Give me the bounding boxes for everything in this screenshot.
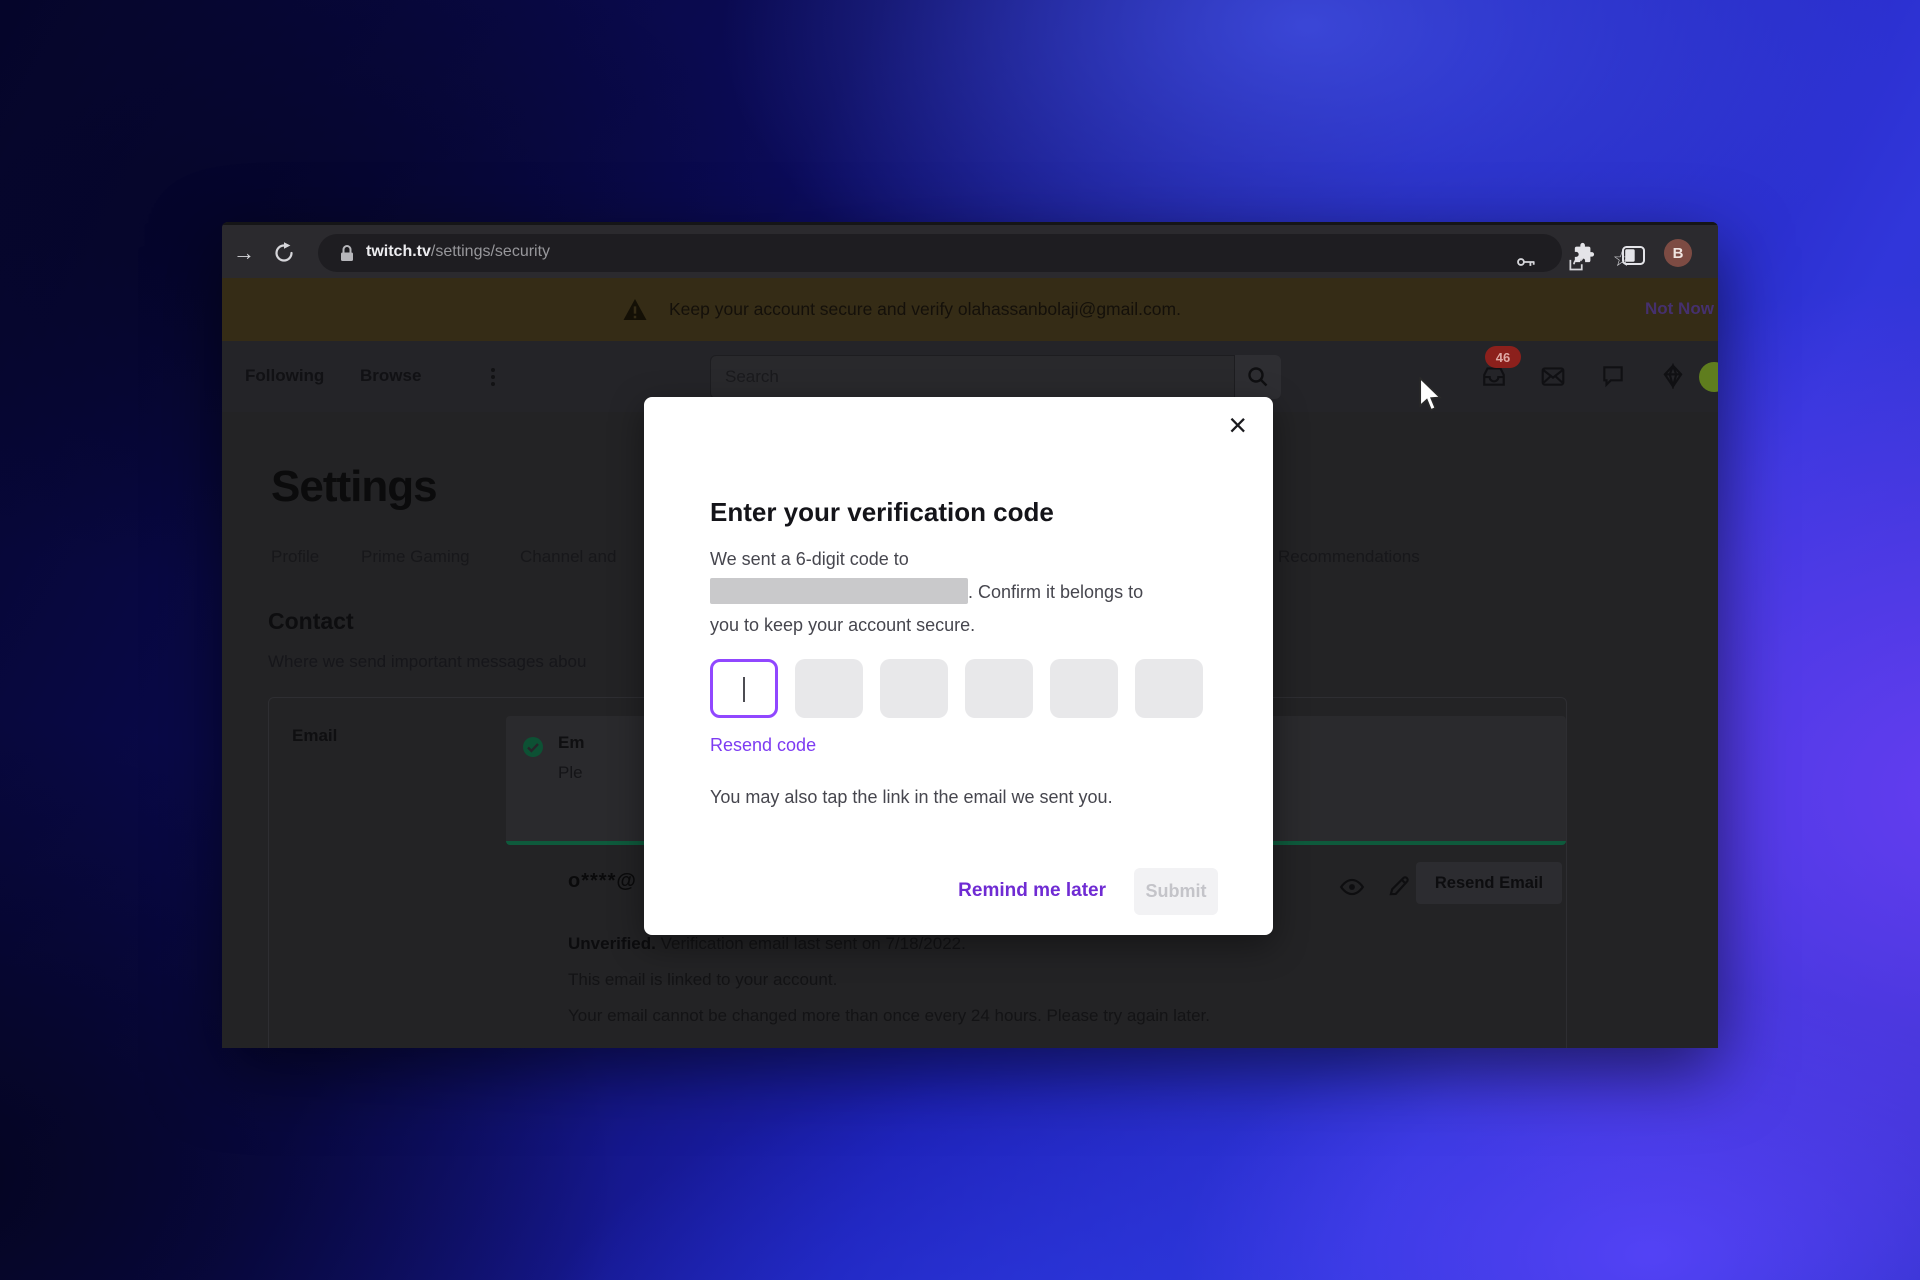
modal-body-text: We sent a 6-digit code to . Confirm it b…	[710, 543, 1215, 642]
search-button[interactable]	[1235, 355, 1281, 399]
toast-line1: Em	[558, 733, 584, 753]
email-link-note: You may also tap the link in the email w…	[710, 787, 1113, 808]
address-bar[interactable]: twitch.tv/settings/security ☆	[318, 234, 1562, 272]
email-linked-note: This email is linked to your account.	[568, 970, 837, 990]
page-title: Settings	[271, 462, 437, 512]
tab-recommendations[interactable]: Recommendations	[1278, 547, 1420, 567]
verification-code-modal: × Enter your verification code We sent a…	[644, 397, 1273, 935]
browser-toolbar: → twitch.tv/settings/security ☆ B	[222, 222, 1718, 278]
not-now-button[interactable]: Not Now	[1645, 299, 1714, 319]
side-panel-icon[interactable]	[1621, 243, 1645, 267]
success-check-icon	[522, 736, 544, 763]
modal-title: Enter your verification code	[710, 497, 1054, 528]
text-caret	[743, 677, 745, 702]
code-input-box[interactable]	[710, 659, 778, 718]
twitch-user-avatar[interactable]	[1699, 362, 1718, 392]
email-row-label: Email	[292, 726, 337, 746]
reveal-email-eye-icon[interactable]	[1339, 874, 1365, 905]
notification-count-badge: 46	[1485, 346, 1521, 368]
code-input-box[interactable]	[1135, 659, 1203, 718]
search-input[interactable]	[710, 355, 1235, 399]
masked-email-text: o****@	[568, 870, 637, 893]
unverified-status-line: Unverified. Verification email last sent…	[568, 934, 966, 954]
tab-prime-gaming[interactable]: Prime Gaming	[361, 547, 470, 567]
tab-channel-and[interactable]: Channel and	[520, 547, 616, 567]
warning-icon	[622, 298, 648, 326]
extensions-icon[interactable]	[1572, 241, 1596, 265]
forward-icon[interactable]: →	[232, 241, 256, 265]
lock-icon	[340, 245, 354, 267]
submit-button[interactable]: Submit	[1134, 868, 1218, 915]
mouse-cursor	[1418, 377, 1444, 418]
search-icon	[1246, 365, 1270, 389]
password-key-icon[interactable]	[1514, 250, 1538, 274]
tab-profile[interactable]: Profile	[271, 547, 319, 567]
whispers-mail-icon[interactable]	[1540, 363, 1566, 389]
bits-gem-icon[interactable]	[1660, 363, 1686, 389]
code-input-row	[710, 659, 1203, 718]
redacted-email-bar	[710, 578, 968, 604]
resend-code-link[interactable]: Resend code	[710, 735, 816, 756]
edit-email-pencil-icon[interactable]	[1386, 873, 1412, 904]
chat-bubble-icon[interactable]	[1600, 363, 1626, 389]
toast-line2: Ple	[558, 763, 583, 783]
modal-footer: Remind me later Submit	[958, 867, 1218, 915]
code-input-box[interactable]	[880, 659, 948, 718]
resend-email-button[interactable]: Resend Email	[1416, 862, 1562, 904]
code-input-box[interactable]	[1050, 659, 1118, 718]
nav-following-link[interactable]: Following	[245, 366, 324, 386]
contact-heading: Contact	[268, 608, 354, 635]
email-change-note: Your email cannot be changed more than o…	[568, 1006, 1210, 1026]
code-input-box[interactable]	[795, 659, 863, 718]
close-icon[interactable]: ×	[1228, 409, 1247, 441]
remind-me-later-button[interactable]: Remind me later	[958, 880, 1106, 902]
browser-profile-avatar[interactable]: B	[1664, 239, 1692, 267]
more-options-icon[interactable]	[483, 365, 503, 389]
browser-window: → twitch.tv/settings/security ☆ B	[222, 222, 1718, 1048]
verify-email-banner: Keep your account secure and verify olah…	[222, 278, 1718, 341]
banner-message: Keep your account secure and verify olah…	[669, 299, 1181, 320]
url-path: /settings/security	[431, 243, 550, 260]
contact-description: Where we send important messages abou	[268, 652, 646, 672]
url-text: twitch.tv/settings/security	[366, 243, 550, 261]
unverified-label: Unverified.	[568, 934, 656, 953]
reload-icon[interactable]	[272, 241, 296, 265]
nav-browse-link[interactable]: Browse	[360, 366, 421, 386]
code-input-box[interactable]	[965, 659, 1033, 718]
url-host: twitch.tv	[366, 243, 431, 260]
